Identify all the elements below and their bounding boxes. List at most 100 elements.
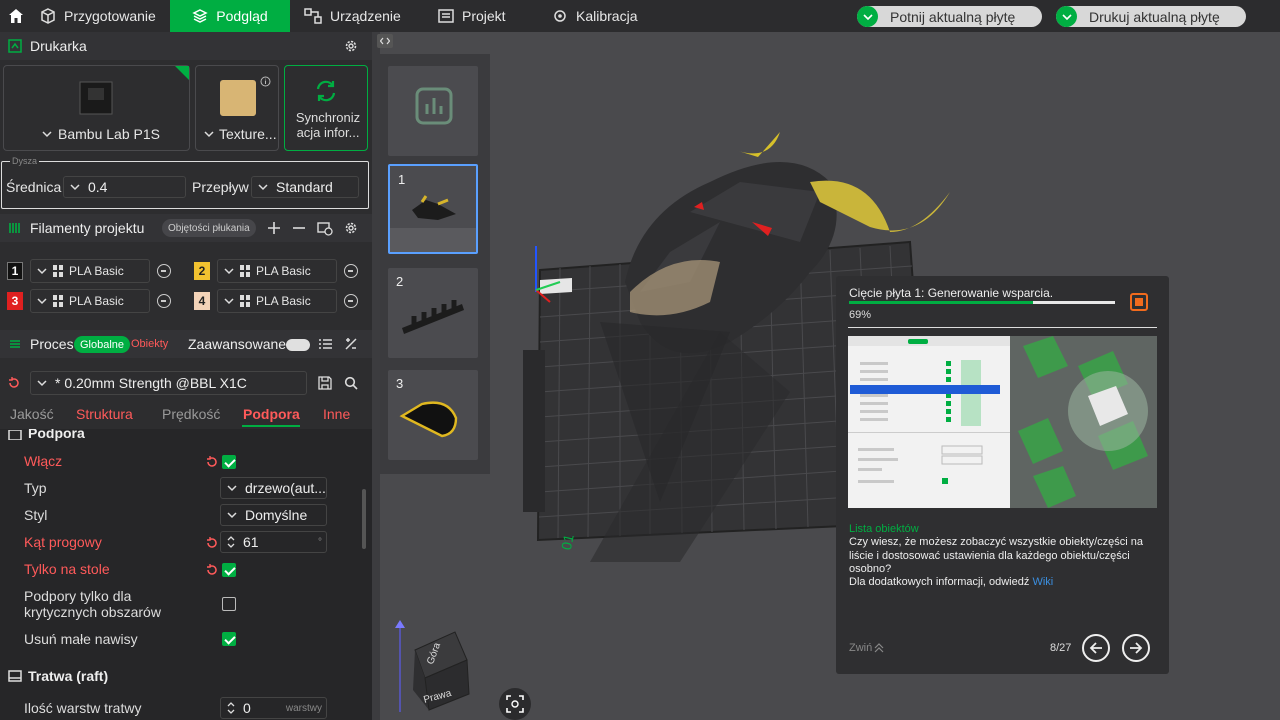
gear-icon[interactable] <box>344 39 358 53</box>
process-preset: * 0.20mm Strength @BBL X1C <box>55 375 247 391</box>
minus-icon[interactable] <box>293 222 305 234</box>
tab-preview[interactable]: Podgląd <box>170 0 290 32</box>
sync-filament-icon[interactable] <box>317 220 333 236</box>
printer-card[interactable]: Bambu Lab P1S <box>3 65 190 151</box>
filament-item-3[interactable]: 3 PLA Basic <box>7 289 171 313</box>
flow-label: Przepływ <box>192 179 249 195</box>
chevron-down-icon[interactable] <box>1056 6 1077 27</box>
slice-plate-button[interactable]: Potnij aktualną płytę <box>857 6 1042 27</box>
filament-item-4[interactable]: 4 PLA Basic <box>194 289 358 313</box>
filament-select[interactable]: PLA Basic <box>30 259 150 283</box>
tab-support[interactable]: Podpora <box>243 406 300 422</box>
diameter-label: Średnica <box>6 179 62 195</box>
filament-select[interactable]: PLA Basic <box>30 289 150 313</box>
on-plate-only-checkbox[interactable] <box>222 563 236 577</box>
remove-filament-icon[interactable] <box>344 294 358 308</box>
list-view-icon[interactable] <box>319 338 332 350</box>
save-icon[interactable] <box>318 376 332 390</box>
panel-splitter[interactable] <box>372 32 380 720</box>
threshold-angle-stepper[interactable]: 61 ° <box>220 531 327 553</box>
plate-thumbnail <box>220 80 256 116</box>
printer-section-header: Drukarka <box>0 32 372 60</box>
gear-icon[interactable] <box>344 221 358 235</box>
plate-model-preview <box>412 195 456 220</box>
flow-value: Standard <box>276 179 333 195</box>
reset-icon[interactable] <box>206 456 218 468</box>
remove-filament-icon[interactable] <box>344 264 358 278</box>
stepper-icon[interactable] <box>227 701 235 715</box>
filament-select[interactable]: PLA Basic <box>217 289 337 313</box>
tab-speed[interactable]: Prędkość <box>162 406 220 422</box>
filament-name: PLA Basic <box>256 264 311 278</box>
tab-label: Kalibracja <box>576 8 638 24</box>
remove-filament-icon[interactable] <box>157 264 171 278</box>
sync-info-button[interactable]: Synchroniz acja infor... <box>284 65 368 151</box>
next-tip-button[interactable] <box>1122 634 1150 662</box>
fit-view-icon <box>506 695 524 713</box>
chevron-down-icon[interactable] <box>857 6 878 27</box>
global-toggle[interactable]: Globalne <box>74 336 131 353</box>
search-icon[interactable] <box>344 376 358 390</box>
calibration-icon <box>554 10 566 22</box>
plate-type-card[interactable]: Texture... <box>195 65 279 151</box>
support-style-select[interactable]: Domyślne <box>220 504 327 526</box>
flush-volumes-button[interactable]: Objętości płukania <box>162 219 256 237</box>
tip-page-counter: 8/27 <box>1050 642 1072 654</box>
tab-quality[interactable]: Jakość <box>10 406 54 422</box>
previous-tip-button[interactable] <box>1082 634 1110 662</box>
collapse-sidebar-button[interactable] <box>377 34 393 48</box>
reset-icon[interactable] <box>206 564 218 576</box>
remove-filament-icon[interactable] <box>157 294 171 308</box>
filament-item-1[interactable]: 1 PLA Basic <box>7 259 171 283</box>
wiki-link[interactable]: Wiki <box>1032 576 1053 588</box>
scrollbar[interactable] <box>362 489 366 549</box>
objects-toggle[interactable]: Obiekty <box>131 336 168 353</box>
tab-project[interactable]: Projekt <box>438 0 528 32</box>
fit-view-button[interactable] <box>499 688 531 720</box>
reset-icon[interactable] <box>8 377 20 389</box>
filament-item-2[interactable]: 2 PLA Basic <box>194 259 358 283</box>
enable-support-checkbox[interactable] <box>222 455 236 469</box>
tip-illustration <box>848 336 1157 508</box>
flow-select[interactable]: Standard <box>251 176 359 198</box>
slice-all-plates-button[interactable] <box>388 66 478 156</box>
diameter-select[interactable]: 0.4 <box>63 176 186 198</box>
plate-thumbnail-2[interactable]: 2 <box>388 268 478 358</box>
process-preset-select[interactable]: * 0.20mm Strength @BBL X1C <box>30 371 307 395</box>
tab-others[interactable]: Inne <box>323 406 350 422</box>
compare-icon[interactable] <box>344 337 358 351</box>
plus-icon[interactable] <box>268 222 280 234</box>
remove-small-overhangs-checkbox[interactable] <box>222 632 236 646</box>
plate-thumbnail-1[interactable]: 1 <box>388 164 478 254</box>
info-icon[interactable] <box>260 76 271 87</box>
slicing-progress-fill <box>849 301 1033 304</box>
critical-regions-checkbox[interactable] <box>222 597 236 611</box>
tab-prepare[interactable]: Przygotowanie <box>40 0 168 32</box>
raft-layers-label: Ilość warstw tratwy <box>24 700 142 716</box>
stop-slicing-button[interactable] <box>1130 293 1148 311</box>
advanced-switch[interactable] <box>286 339 310 351</box>
reset-icon[interactable] <box>206 537 218 549</box>
tab-device[interactable]: Urządzenie <box>304 0 414 32</box>
stepper-icon[interactable] <box>227 535 235 549</box>
stop-icon <box>1135 298 1143 306</box>
support-type-select[interactable]: drzewo(aut... <box>220 477 327 499</box>
plate-number: 2 <box>396 274 404 289</box>
printer-thumbnail <box>79 81 113 115</box>
tab-strength[interactable]: Struktura <box>76 406 133 422</box>
collapse-tip-button[interactable]: Zwiń <box>849 642 884 654</box>
slicing-progress-text: 69% <box>849 309 872 321</box>
home-button[interactable] <box>0 0 32 32</box>
filament-select[interactable]: PLA Basic <box>217 259 337 283</box>
print-plate-button[interactable]: Drukuj aktualną płytę <box>1056 6 1246 27</box>
chevron-up-icon <box>874 643 884 653</box>
raft-section-icon <box>8 670 22 682</box>
raft-layers-stepper[interactable]: 0 warstwy <box>220 697 327 719</box>
tab-calibration[interactable]: Kalibracja <box>552 0 652 32</box>
cube-icon <box>41 8 55 24</box>
view-cube[interactable]: Góra Prawa <box>395 620 505 720</box>
support-type-value: drzewo(aut... <box>245 480 326 496</box>
plate-type: Texture... <box>219 126 277 142</box>
device-icon <box>304 8 322 24</box>
plate-thumbnail-3[interactable]: 3 <box>388 370 478 460</box>
